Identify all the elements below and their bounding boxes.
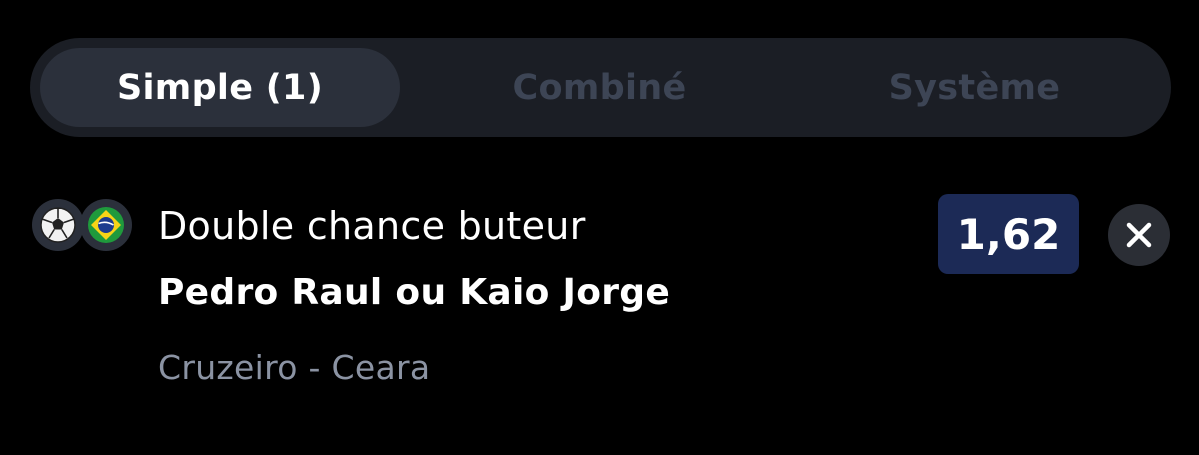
- close-icon: [1126, 222, 1152, 248]
- bet-market-title: Double chance buteur: [158, 204, 586, 248]
- bet-type-tabs: Simple (1) Combiné Système: [30, 38, 1171, 137]
- brazil-flag-icon: [80, 199, 132, 251]
- tab-combine[interactable]: Combiné: [412, 48, 787, 127]
- bet-selection: Pedro Raul ou Kaio Jorge: [158, 272, 671, 313]
- soccer-ball-icon: [32, 199, 84, 251]
- odds-badge: 1,62: [938, 194, 1079, 274]
- remove-bet-button[interactable]: [1108, 204, 1170, 266]
- tab-systeme[interactable]: Système: [787, 48, 1162, 127]
- bet-event: Cruzeiro - Ceara: [158, 348, 431, 387]
- tab-simple[interactable]: Simple (1): [40, 48, 400, 127]
